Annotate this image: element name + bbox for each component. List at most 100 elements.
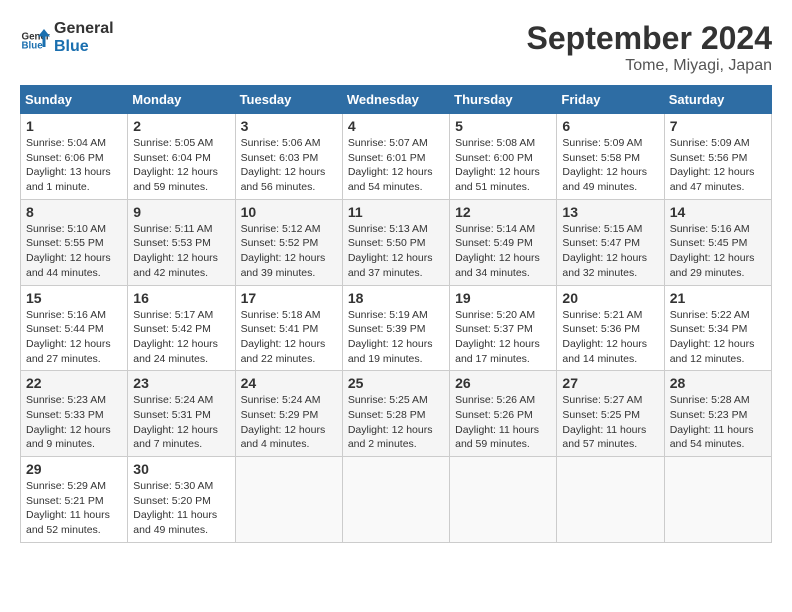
day-detail: Sunrise: 5:17 AM Sunset: 5:42 PM Dayligh… (133, 308, 229, 367)
day-detail: Sunrise: 5:24 AM Sunset: 5:31 PM Dayligh… (133, 393, 229, 452)
day-detail: Sunrise: 5:16 AM Sunset: 5:44 PM Dayligh… (26, 308, 122, 367)
week-row-5: 29Sunrise: 5:29 AM Sunset: 5:21 PM Dayli… (21, 457, 772, 543)
day-detail: Sunrise: 5:18 AM Sunset: 5:41 PM Dayligh… (241, 308, 337, 367)
day-number: 25 (348, 375, 444, 391)
day-cell: 4 Sunrise: 5:07 AM Sunset: 6:01 PM Daylig… (342, 114, 449, 200)
day-number: 19 (455, 290, 551, 306)
day-cell (664, 457, 771, 543)
day-detail: Sunrise: 5:27 AM Sunset: 5:25 PM Dayligh… (562, 393, 658, 452)
day-cell: 27 Sunrise: 5:27 AM Sunset: 5:25 PM Dayli… (557, 371, 664, 457)
day-cell: 1 Sunrise: 5:04 AM Sunset: 6:06 PM Daylig… (21, 114, 128, 200)
day-detail: Sunrise: 5:10 AM Sunset: 5:55 PM Dayligh… (26, 222, 122, 281)
day-number: 30 (133, 461, 229, 477)
day-cell: 5Sunrise: 5:08 AM Sunset: 6:00 PM Daylig… (450, 114, 557, 200)
day-number: 7 (670, 118, 766, 134)
day-cell: 29Sunrise: 5:29 AM Sunset: 5:21 PM Dayli… (21, 457, 128, 543)
col-header-friday: Friday (557, 86, 664, 114)
day-number: 2 (133, 118, 229, 134)
day-detail: Sunrise: 5:09 AM Sunset: 5:58 PM Dayligh… (562, 136, 658, 195)
day-number: 12 (455, 204, 551, 220)
day-cell: 25 Sunrise: 5:25 AM Sunset: 5:28 PM Dayli… (342, 371, 449, 457)
week-row-1: 1 Sunrise: 5:04 AM Sunset: 6:06 PM Daylig… (21, 114, 772, 200)
day-cell (450, 457, 557, 543)
day-detail: Sunrise: 5:08 AM Sunset: 6:00 PM Dayligh… (455, 136, 551, 195)
day-detail: Sunrise: 5:07 AM Sunset: 6:01 PM Dayligh… (348, 136, 444, 195)
day-cell: 2 Sunrise: 5:05 AM Sunset: 6:04 PM Daylig… (128, 114, 235, 200)
day-number: 6 (562, 118, 658, 134)
day-cell: 3 Sunrise: 5:06 AM Sunset: 6:03 PM Daylig… (235, 114, 342, 200)
logo-blue-text: Blue (54, 38, 114, 56)
calendar-table: SundayMondayTuesdayWednesdayThursdayFrid… (20, 85, 772, 543)
day-detail: Sunrise: 5:30 AM Sunset: 5:20 PM Dayligh… (133, 479, 229, 538)
day-number: 11 (348, 204, 444, 220)
month-title: September 2024 (527, 20, 772, 57)
day-cell: 10Sunrise: 5:12 AM Sunset: 5:52 PM Dayli… (235, 199, 342, 285)
week-row-4: 22Sunrise: 5:23 AM Sunset: 5:33 PM Dayli… (21, 371, 772, 457)
col-header-monday: Monday (128, 86, 235, 114)
day-cell: 12 Sunrise: 5:14 AM Sunset: 5:49 PM Dayli… (450, 199, 557, 285)
day-detail: Sunrise: 5:20 AM Sunset: 5:37 PM Dayligh… (455, 308, 551, 367)
svg-text:Blue: Blue (22, 40, 44, 51)
day-detail: Sunrise: 5:25 AM Sunset: 5:28 PM Dayligh… (348, 393, 444, 452)
day-cell: 13 Sunrise: 5:15 AM Sunset: 5:47 PM Dayli… (557, 199, 664, 285)
day-detail: Sunrise: 5:09 AM Sunset: 5:56 PM Dayligh… (670, 136, 766, 195)
day-cell: 19 Sunrise: 5:20 AM Sunset: 5:37 PM Dayli… (450, 285, 557, 371)
day-detail: Sunrise: 5:12 AM Sunset: 5:52 PM Dayligh… (241, 222, 337, 281)
day-detail: Sunrise: 5:26 AM Sunset: 5:26 PM Dayligh… (455, 393, 551, 452)
day-number: 27 (562, 375, 658, 391)
logo-general-text: General (54, 20, 114, 38)
day-cell: 17Sunrise: 5:18 AM Sunset: 5:41 PM Dayli… (235, 285, 342, 371)
day-detail: Sunrise: 5:29 AM Sunset: 5:21 PM Dayligh… (26, 479, 122, 538)
day-number: 4 (348, 118, 444, 134)
day-cell: 24 Sunrise: 5:24 AM Sunset: 5:29 PM Dayli… (235, 371, 342, 457)
logo-icon: General Blue (20, 23, 50, 53)
day-number: 18 (348, 290, 444, 306)
day-number: 8 (26, 204, 122, 220)
day-detail: Sunrise: 5:19 AM Sunset: 5:39 PM Dayligh… (348, 308, 444, 367)
day-detail: Sunrise: 5:16 AM Sunset: 5:45 PM Dayligh… (670, 222, 766, 281)
day-cell (235, 457, 342, 543)
week-row-2: 8 Sunrise: 5:10 AM Sunset: 5:55 PM Daylig… (21, 199, 772, 285)
day-number: 13 (562, 204, 658, 220)
day-number: 16 (133, 290, 229, 306)
title-area: September 2024 Tome, Miyagi, Japan (527, 20, 772, 75)
day-number: 1 (26, 118, 122, 134)
day-cell: 26 Sunrise: 5:26 AM Sunset: 5:26 PM Dayli… (450, 371, 557, 457)
location-title: Tome, Miyagi, Japan (527, 57, 772, 75)
col-header-wednesday: Wednesday (342, 86, 449, 114)
col-header-thursday: Thursday (450, 86, 557, 114)
day-number: 28 (670, 375, 766, 391)
day-detail: Sunrise: 5:28 AM Sunset: 5:23 PM Dayligh… (670, 393, 766, 452)
day-number: 26 (455, 375, 551, 391)
day-cell: 15 Sunrise: 5:16 AM Sunset: 5:44 PM Dayli… (21, 285, 128, 371)
day-detail: Sunrise: 5:14 AM Sunset: 5:49 PM Dayligh… (455, 222, 551, 281)
day-detail: Sunrise: 5:15 AM Sunset: 5:47 PM Dayligh… (562, 222, 658, 281)
day-detail: Sunrise: 5:13 AM Sunset: 5:50 PM Dayligh… (348, 222, 444, 281)
day-cell: 14 Sunrise: 5:16 AM Sunset: 5:45 PM Dayli… (664, 199, 771, 285)
day-cell: 23 Sunrise: 5:24 AM Sunset: 5:31 PM Dayli… (128, 371, 235, 457)
day-number: 3 (241, 118, 337, 134)
day-detail: Sunrise: 5:22 AM Sunset: 5:34 PM Dayligh… (670, 308, 766, 367)
day-cell: 18 Sunrise: 5:19 AM Sunset: 5:39 PM Dayli… (342, 285, 449, 371)
day-cell: 7 Sunrise: 5:09 AM Sunset: 5:56 PM Daylig… (664, 114, 771, 200)
day-cell: 22Sunrise: 5:23 AM Sunset: 5:33 PM Dayli… (21, 371, 128, 457)
logo: General Blue General Blue (20, 20, 114, 55)
day-detail: Sunrise: 5:05 AM Sunset: 6:04 PM Dayligh… (133, 136, 229, 195)
header: General Blue General Blue September 2024… (20, 20, 772, 75)
col-header-sunday: Sunday (21, 86, 128, 114)
day-cell (557, 457, 664, 543)
day-cell: 6 Sunrise: 5:09 AM Sunset: 5:58 PM Daylig… (557, 114, 664, 200)
day-number: 15 (26, 290, 122, 306)
day-cell: 16 Sunrise: 5:17 AM Sunset: 5:42 PM Dayli… (128, 285, 235, 371)
day-cell: 21Sunrise: 5:22 AM Sunset: 5:34 PM Dayli… (664, 285, 771, 371)
day-detail: Sunrise: 5:04 AM Sunset: 6:06 PM Dayligh… (26, 136, 122, 195)
day-detail: Sunrise: 5:06 AM Sunset: 6:03 PM Dayligh… (241, 136, 337, 195)
day-number: 23 (133, 375, 229, 391)
day-detail: Sunrise: 5:24 AM Sunset: 5:29 PM Dayligh… (241, 393, 337, 452)
day-number: 24 (241, 375, 337, 391)
day-number: 9 (133, 204, 229, 220)
day-detail: Sunrise: 5:23 AM Sunset: 5:33 PM Dayligh… (26, 393, 122, 452)
col-header-saturday: Saturday (664, 86, 771, 114)
day-cell: 28 Sunrise: 5:28 AM Sunset: 5:23 PM Dayli… (664, 371, 771, 457)
day-number: 14 (670, 204, 766, 220)
